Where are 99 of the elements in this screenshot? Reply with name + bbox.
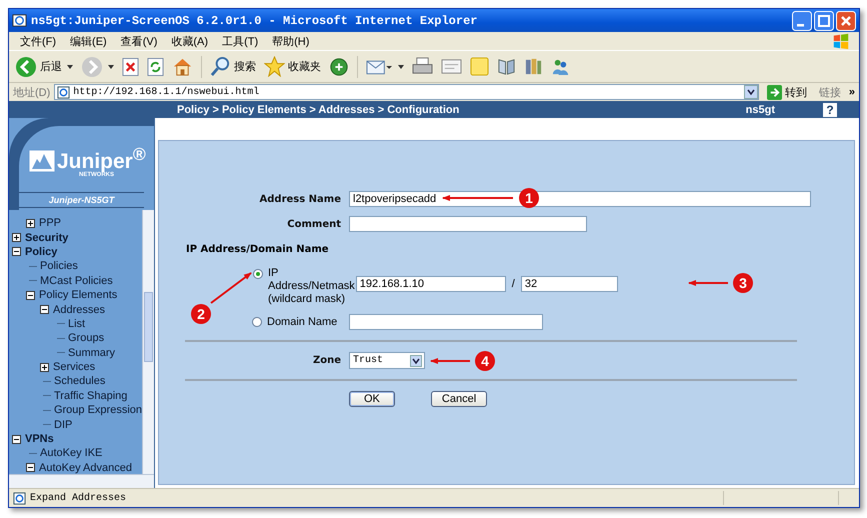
menu-item[interactable]: 工具(T) bbox=[215, 34, 266, 48]
dropdown-caret-icon[interactable] bbox=[108, 64, 114, 68]
tree-item[interactable]: AutoKey Advanced bbox=[39, 462, 132, 474]
expand-toggle[interactable] bbox=[26, 463, 35, 472]
domain-name-input[interactable] bbox=[349, 314, 543, 330]
option-label: IP Address/Netmask (wildcard mask) bbox=[268, 267, 355, 306]
address-label: 地址(D) bbox=[13, 86, 50, 100]
field-label: Zone bbox=[312, 355, 341, 366]
field-label: Comment bbox=[286, 218, 341, 230]
help-button[interactable]: ? bbox=[823, 102, 837, 116]
zone-select[interactable]: Trust bbox=[349, 352, 425, 369]
people-icon bbox=[551, 57, 570, 76]
media-icon bbox=[329, 56, 349, 76]
window-title: ns5gt:Juniper-ScreenOS 6.2.0r1.0 - Microsoft Internet Explorer bbox=[31, 14, 478, 28]
section-title: IP Address/Domain Name bbox=[186, 244, 330, 255]
form-button[interactable]: OK bbox=[349, 391, 395, 407]
tree-item[interactable]: Addresses bbox=[53, 304, 105, 316]
tree-item[interactable]: Traffic Shaping bbox=[54, 390, 128, 402]
separator-slash: / bbox=[512, 278, 515, 290]
expand-toggle[interactable] bbox=[26, 290, 35, 300]
tree-item[interactable]: VPNs bbox=[25, 433, 54, 446]
note-icon bbox=[470, 57, 489, 76]
expand-toggle[interactable] bbox=[12, 434, 21, 444]
minimize-icon[interactable] bbox=[792, 10, 812, 30]
horizontal-scrollbar[interactable] bbox=[9, 474, 154, 488]
book-icon bbox=[497, 57, 516, 76]
document-icon bbox=[441, 57, 462, 76]
dropdown-caret-icon[interactable] bbox=[67, 64, 73, 68]
dropdown-caret-icon[interactable] bbox=[398, 64, 404, 68]
comment-input[interactable] bbox=[349, 216, 587, 232]
search-button[interactable]: 搜索 bbox=[207, 54, 259, 79]
menu-item[interactable]: 查看(V) bbox=[114, 34, 164, 48]
vertical-scrollbar[interactable] bbox=[142, 210, 154, 474]
search-icon bbox=[210, 56, 231, 77]
menu-item[interactable]: 编辑(E) bbox=[63, 34, 114, 48]
expand-toggle[interactable] bbox=[40, 362, 49, 372]
option-label: Domain Name bbox=[267, 316, 338, 328]
expand-toggle[interactable] bbox=[26, 218, 35, 228]
annotation-arrow bbox=[442, 195, 513, 201]
annotation-arrow bbox=[430, 358, 470, 364]
menu-item[interactable]: 文件(F) bbox=[13, 34, 64, 48]
go-button[interactable]: 转到 bbox=[762, 84, 811, 100]
tree-item[interactable]: AutoKey IKE bbox=[40, 447, 102, 460]
netmask-input[interactable]: 32 bbox=[520, 276, 618, 292]
device-name: ns5gt bbox=[746, 104, 775, 116]
callout-number: 1 bbox=[519, 188, 539, 208]
form-button[interactable]: Cancel bbox=[430, 391, 488, 407]
expand-toggle[interactable] bbox=[12, 233, 21, 242]
url-text: http://192.168.1.1/nswebui.html bbox=[73, 86, 260, 98]
printer-icon bbox=[412, 57, 433, 76]
tree-item[interactable]: List bbox=[68, 318, 86, 330]
logo-wordmark: Juniper$^{®}$ bbox=[57, 144, 146, 172]
tree-item[interactable]: Group Expression bbox=[54, 404, 142, 416]
annotation-arrow bbox=[688, 280, 728, 286]
maximize-icon[interactable] bbox=[814, 10, 834, 30]
browser-icon bbox=[12, 13, 27, 28]
logo-mark-icon bbox=[29, 150, 55, 172]
close-icon[interactable] bbox=[836, 10, 856, 30]
menu-item[interactable]: 帮助(H) bbox=[265, 34, 316, 48]
books-icon bbox=[524, 57, 543, 76]
tree-item[interactable]: MCast Policies bbox=[40, 274, 113, 287]
windows-flag-icon bbox=[831, 32, 851, 50]
page-icon bbox=[57, 86, 70, 98]
page-icon bbox=[13, 492, 26, 504]
stop-icon bbox=[122, 56, 139, 76]
expand-toggle[interactable] bbox=[12, 247, 21, 256]
caret-icon bbox=[410, 354, 422, 366]
tree-item[interactable]: Security bbox=[25, 232, 68, 244]
tree-item[interactable]: DIP bbox=[54, 418, 72, 431]
callout-number: 2 bbox=[191, 304, 211, 324]
tree-item[interactable]: Policy Elements bbox=[39, 289, 118, 302]
device-model-label: Juniper-NS5GT bbox=[48, 195, 114, 205]
back-button[interactable]: 后退 bbox=[12, 54, 65, 80]
ip-address-input[interactable]: 192.168.1.10 bbox=[356, 276, 506, 292]
status-text: Expand Addresses bbox=[30, 492, 126, 504]
star-icon bbox=[264, 56, 285, 77]
tree-item[interactable]: Policies bbox=[40, 260, 78, 272]
more-chevron[interactable]: » bbox=[848, 86, 855, 98]
callout-number: 3 bbox=[733, 273, 753, 293]
links-label[interactable]: 链接 bbox=[814, 84, 845, 100]
tree-item[interactable]: Schedules bbox=[54, 375, 106, 388]
tree-item[interactable]: Groups bbox=[68, 332, 104, 344]
address-field[interactable]: http://192.168.1.1/nswebui.html bbox=[54, 84, 759, 100]
radio-button[interactable] bbox=[253, 269, 263, 279]
breadcrumb: Policy > Policy Elements > Addresses > Configuration bbox=[177, 104, 460, 116]
home-icon bbox=[172, 56, 193, 77]
favorites-button[interactable]: 收藏夹 bbox=[261, 54, 324, 79]
radio-button[interactable] bbox=[252, 317, 262, 327]
tree-item[interactable]: PPP bbox=[39, 217, 62, 230]
tree-item[interactable]: Summary bbox=[68, 346, 116, 359]
expand-toggle[interactable] bbox=[40, 305, 49, 314]
tree-item[interactable]: Services bbox=[53, 361, 96, 374]
refresh-icon bbox=[147, 56, 164, 76]
callout-number: 4 bbox=[475, 351, 495, 371]
menu-item[interactable]: 收藏(A) bbox=[164, 34, 216, 48]
tree-item[interactable]: Policy bbox=[25, 246, 58, 258]
annotation-arrow bbox=[210, 272, 252, 304]
go-arrow-icon bbox=[766, 84, 782, 100]
field-label: Address Name bbox=[258, 194, 341, 204]
